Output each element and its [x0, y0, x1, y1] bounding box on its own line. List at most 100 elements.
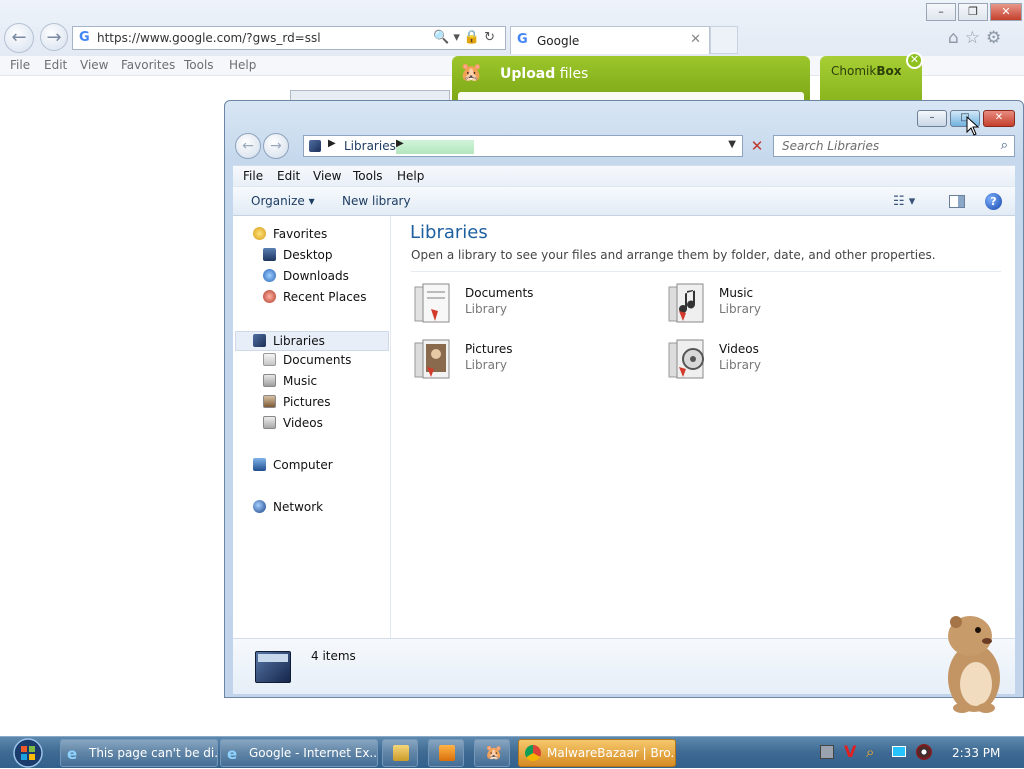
- browser-back-button[interactable]: ←: [4, 23, 34, 53]
- change-view-icon[interactable]: ☷ ▾: [893, 194, 915, 209]
- chomikbox-close-icon[interactable]: ✕: [906, 52, 923, 69]
- nav-downloads[interactable]: Downloads: [263, 269, 349, 289]
- downloads-icon: [263, 269, 276, 282]
- organize-button[interactable]: Organize ▾: [251, 194, 315, 208]
- explorer-minimize-button[interactable]: –: [917, 110, 947, 127]
- browser-home-favorites-tools-icons[interactable]: ⌂☆⚙: [948, 28, 1007, 48]
- network-icon: [253, 500, 266, 513]
- taskbar-item-chomikbox[interactable]: 🐹: [474, 739, 510, 767]
- nav-network[interactable]: Network: [253, 500, 323, 520]
- new-library-button[interactable]: New library: [342, 194, 411, 208]
- explorer-back-button[interactable]: ←: [235, 133, 261, 159]
- stop-icon[interactable]: ✕: [745, 135, 769, 157]
- folder-icon: [393, 745, 409, 761]
- nav-recent-places[interactable]: Recent Places: [263, 290, 366, 310]
- music-icon: [263, 374, 276, 387]
- library-kind: Library: [465, 302, 507, 316]
- taskbar-item-ie-google[interactable]: e Google - Internet Ex...: [220, 739, 378, 767]
- system-tray: V ⌕ 2:33 PM: [812, 739, 1024, 767]
- library-name: Pictures: [465, 342, 513, 356]
- browser-restore-button[interactable]: ❐: [958, 3, 988, 21]
- desktop-icon: [263, 248, 276, 261]
- breadcrumb-libraries[interactable]: Libraries: [344, 139, 396, 153]
- documents-icon: [263, 353, 276, 366]
- libraries-icon: [309, 140, 321, 152]
- browser-close-button[interactable]: ✕: [990, 3, 1022, 21]
- search-tray-icon[interactable]: ⌕: [866, 743, 874, 761]
- details-pane: 4 items: [233, 638, 1015, 694]
- ie-icon: e: [67, 745, 78, 763]
- browser-menu-edit[interactable]: Edit: [44, 58, 67, 72]
- browser-menu-file[interactable]: File: [10, 58, 30, 72]
- chomikbox-title: ChomikBox: [831, 64, 902, 78]
- libraries-content: Libraries Open a library to see your fil…: [391, 216, 1015, 638]
- address-tools-icons[interactable]: 🔍▾🔒↻: [433, 30, 499, 45]
- monitor-icon[interactable]: [892, 746, 906, 757]
- browser-menu-favorites[interactable]: Favorites: [121, 58, 175, 72]
- upload-files-panel[interactable]: 🐹 Upload files: [452, 56, 810, 106]
- google-favicon-icon: G: [517, 32, 528, 47]
- start-button[interactable]: [4, 737, 48, 769]
- content-divider: [411, 271, 1001, 272]
- library-item-music[interactable]: Music Library: [667, 279, 897, 327]
- nav-libraries[interactable]: Libraries: [235, 331, 389, 351]
- address-dropdown-icon[interactable]: ▼: [728, 139, 736, 150]
- library-item-videos[interactable]: Videos Library: [667, 335, 897, 383]
- browser-forward-button[interactable]: →: [40, 23, 68, 51]
- taskbar-item-ie-error[interactable]: e This page can't be di...: [60, 739, 218, 767]
- library-name: Music: [719, 286, 754, 300]
- videos-library-icon: [668, 339, 704, 379]
- explorer-menu-view[interactable]: View: [313, 169, 341, 183]
- nav-pictures[interactable]: Pictures: [263, 395, 331, 415]
- taskbar-item-chrome[interactable]: MalwareBazaar | Bro...: [518, 739, 676, 767]
- taskbar-item-media-player[interactable]: [428, 739, 464, 767]
- address-bar[interactable]: G https://www.google.com/?gws_rd=ssl 🔍▾🔒…: [72, 26, 506, 50]
- explorer-menu-help[interactable]: Help: [397, 169, 424, 183]
- browser-menu-tools[interactable]: Tools: [184, 58, 214, 72]
- explorer-menu-edit[interactable]: Edit: [277, 169, 300, 183]
- explorer-close-button[interactable]: ✕: [983, 110, 1015, 127]
- clock[interactable]: 2:33 PM: [952, 746, 1000, 760]
- explorer-address-bar[interactable]: ▶ Libraries ▶ ▼: [303, 135, 743, 157]
- explorer-menubar: File Edit View Tools Help: [233, 165, 1015, 186]
- libraries-icon: [253, 334, 266, 347]
- tab-close-icon[interactable]: ✕: [690, 32, 701, 47]
- hamster-upload-icon: 🐹: [460, 62, 483, 83]
- volume-icon[interactable]: [916, 744, 932, 760]
- breadcrumb-arrow-icon[interactable]: ▶: [396, 138, 404, 149]
- nav-documents[interactable]: Documents: [263, 353, 351, 373]
- library-name: Videos: [719, 342, 759, 356]
- library-item-pictures[interactable]: Pictures Library: [413, 335, 643, 383]
- new-tab-button[interactable]: [710, 26, 738, 54]
- chomikbox-panel[interactable]: ChomikBox ✕: [820, 52, 923, 106]
- search-libraries-input[interactable]: Search Libraries ⌕: [773, 135, 1015, 157]
- address-progress: [396, 140, 474, 154]
- tab-title: Google: [537, 34, 580, 48]
- search-icon[interactable]: ⌕: [1001, 138, 1008, 153]
- computer-icon: [253, 458, 266, 471]
- library-kind: Library: [719, 302, 761, 316]
- browser-minimize-button[interactable]: –: [926, 3, 956, 21]
- library-item-documents[interactable]: Documents Library: [413, 279, 643, 327]
- nav-favorites[interactable]: Favorites: [253, 227, 327, 247]
- breadcrumb-arrow-icon[interactable]: ▶: [328, 138, 336, 149]
- explorer-forward-button[interactable]: →: [263, 133, 289, 159]
- antivirus-icon[interactable]: V: [844, 742, 856, 761]
- tray-app-icon[interactable]: [820, 745, 834, 759]
- nav-music[interactable]: Music: [263, 374, 317, 394]
- explorer-menu-file[interactable]: File: [243, 169, 263, 183]
- help-icon[interactable]: ?: [985, 193, 1002, 210]
- explorer-menu-tools[interactable]: Tools: [353, 169, 383, 183]
- explorer-body: Favorites Desktop Downloads Recent Place…: [233, 216, 1015, 638]
- taskbar-item-explorer[interactable]: [382, 739, 418, 767]
- mouse-cursor-icon: [966, 116, 980, 136]
- browser-menu-view[interactable]: View: [80, 58, 108, 72]
- nav-desktop[interactable]: Desktop: [263, 248, 333, 268]
- preview-pane-icon[interactable]: [949, 195, 965, 208]
- browser-menu-help[interactable]: Help: [229, 58, 256, 72]
- pictures-icon: [263, 395, 276, 408]
- library-kind: Library: [719, 358, 761, 372]
- browser-tab-google[interactable]: G Google ✕: [510, 26, 710, 54]
- nav-computer[interactable]: Computer: [253, 458, 333, 478]
- nav-videos[interactable]: Videos: [263, 416, 323, 436]
